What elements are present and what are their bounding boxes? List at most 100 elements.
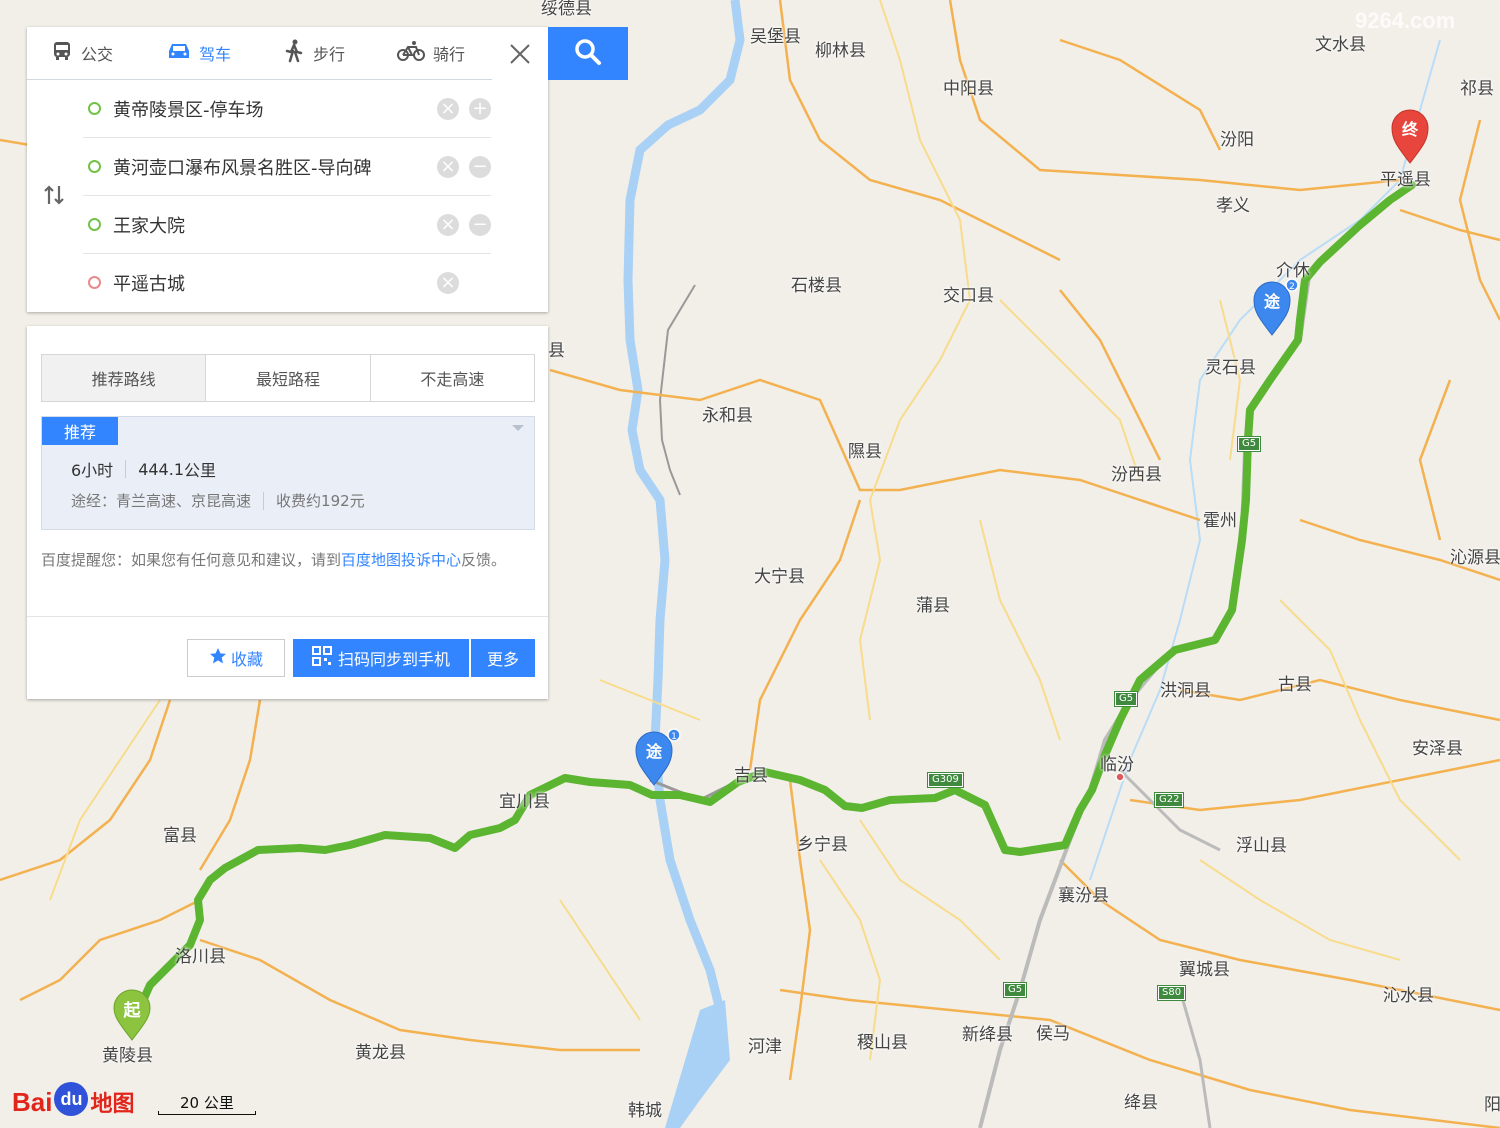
route-distance: 444.1: [138, 459, 184, 479]
place-label: 洪洞县: [1160, 681, 1211, 701]
route-input-panel: 公交 驾车 步行 骑行 黄帝陵景区-停车场 × + 黄河壶口瀑布风景名胜区-导向…: [27, 27, 548, 312]
search-button[interactable]: [548, 27, 628, 80]
swap-stops-icon[interactable]: [43, 184, 65, 211]
stop-item[interactable]: 王家大院 × −: [83, 196, 491, 254]
clear-icon[interactable]: ×: [437, 271, 459, 294]
bus-icon: [51, 40, 73, 66]
clear-icon[interactable]: ×: [437, 97, 459, 120]
stop-item[interactable]: 平遥古城 ×: [83, 254, 491, 311]
place-label: 吴堡县: [750, 27, 801, 47]
road-shield: G5: [1236, 436, 1262, 452]
place-label: 绥德县: [541, 0, 592, 19]
scale-ruler: [158, 1111, 256, 1115]
favorite-button[interactable]: 收藏: [187, 639, 285, 677]
clear-icon[interactable]: ×: [437, 213, 459, 236]
road-shield: G5: [1113, 691, 1139, 707]
bike-icon: [397, 40, 425, 66]
place-label: 翼城县: [1179, 960, 1230, 980]
place-label: 石楼县: [791, 276, 842, 296]
toll-fee: 收费约192元: [276, 492, 365, 510]
notice-prefix: 百度提醒您：如果您有任何意见和建议，请到: [41, 551, 342, 569]
stop-input[interactable]: 平遥古城: [113, 270, 427, 296]
route-result-panel: 推荐路线 最短路程 不走高速 推荐 6小时 444.1 公里 途经： 青兰高速、…: [27, 326, 548, 699]
tab-shortest-route[interactable]: 最短路程: [206, 355, 371, 401]
mode-tabs: 公交 驾车 步行 骑行: [27, 27, 492, 80]
place-label: 乡宁县: [797, 835, 848, 855]
place-label: 柳林县: [815, 41, 866, 61]
place-label: 阳: [1484, 1095, 1500, 1115]
place-label: 洛川县: [175, 947, 226, 967]
via-label: 途经：: [71, 492, 117, 510]
stop-input[interactable]: 王家大院: [113, 212, 427, 238]
logo-map: 地图: [90, 1092, 135, 1117]
waypoint-1-label: 途: [646, 742, 663, 761]
tab-walk-label: 步行: [313, 45, 346, 64]
tab-recommended-route[interactable]: 推荐路线: [42, 355, 207, 401]
remove-stop-icon[interactable]: −: [469, 213, 491, 236]
logo-bai: Bai: [12, 1087, 53, 1117]
route-time: 6小时: [71, 461, 114, 480]
start-dot-icon: [88, 102, 101, 115]
place-label: 富县: [163, 826, 197, 846]
start-marker-label: 起: [123, 1000, 142, 1021]
place-label: 交口县: [943, 286, 994, 306]
place-label: 介休: [1276, 261, 1310, 281]
place-label: 安泽县: [1412, 739, 1463, 759]
route-distance-unit: 公里: [184, 461, 217, 480]
waypoint-2-number: 2: [1289, 282, 1295, 292]
add-stop-icon[interactable]: +: [469, 97, 491, 120]
tab-no-highway[interactable]: 不走高速: [371, 355, 534, 401]
stop-item[interactable]: 黄帝陵景区-停车场 × +: [83, 80, 491, 138]
sync-to-phone-button[interactable]: 扫码同步到手机: [293, 639, 469, 677]
chevron-down-icon[interactable]: [512, 425, 524, 431]
remove-stop-icon[interactable]: −: [469, 155, 491, 178]
place-label: 永和县: [702, 406, 753, 426]
tab-bus[interactable]: 公交: [51, 27, 113, 79]
place-label: 襄汾县: [1058, 886, 1109, 906]
notice-suffix: 反馈。: [461, 551, 507, 569]
place-label: 汾西县: [1111, 465, 1162, 485]
stop-input[interactable]: 黄帝陵景区-停车场: [113, 96, 427, 122]
stop-input[interactable]: 黄河壶口瀑布风景名胜区-导向碑: [113, 154, 427, 180]
place-label: 平遥县: [1380, 170, 1431, 190]
recommended-route-card[interactable]: 推荐 6小时 444.1 公里 途经： 青兰高速、京昆高速 收费约192元: [41, 416, 535, 530]
place-label: 新绛县: [962, 1025, 1013, 1045]
route-summary: 6小时 444.1 公里: [71, 457, 216, 481]
place-label: 临汾: [1100, 755, 1134, 775]
place-label: 灵石县: [1205, 358, 1256, 378]
close-icon[interactable]: [507, 41, 533, 67]
place-label: 汾阳: [1220, 130, 1254, 150]
tab-walk[interactable]: 步行: [283, 27, 345, 79]
road-shield: G22: [1153, 792, 1185, 808]
place-label: 侯马: [1036, 1024, 1070, 1044]
tab-bike[interactable]: 骑行: [397, 27, 465, 79]
star-icon: [209, 647, 227, 669]
scale-label: 20 公里: [180, 1094, 234, 1112]
tab-bike-label: 骑行: [433, 45, 466, 64]
more-button[interactable]: 更多: [470, 639, 535, 677]
baidu-map-logo: Bai du 地图: [12, 1078, 134, 1118]
place-label: 河津: [748, 1037, 782, 1057]
road-shield: S80: [1156, 985, 1187, 1001]
favorite-label: 收藏: [230, 650, 263, 669]
waypoint-dot-icon: [88, 218, 101, 231]
end-dot-icon: [88, 276, 101, 289]
clear-icon[interactable]: ×: [437, 155, 459, 178]
place-label: 中阳县: [943, 79, 994, 99]
place-label: 黄陵县: [102, 1046, 153, 1066]
road-shield: G5: [1002, 982, 1028, 998]
scale-bar: 20 公里: [158, 1092, 256, 1115]
recommended-badge: 推荐: [42, 417, 118, 445]
place-label: 县: [548, 341, 565, 361]
place-label: 霍州: [1203, 511, 1237, 531]
place-label: 隰县: [848, 442, 882, 462]
place-label: 吉县: [734, 766, 768, 786]
place-label: 祁县: [1460, 79, 1494, 99]
tab-drive[interactable]: 驾车: [167, 27, 231, 79]
end-marker-label: 终: [1402, 120, 1419, 139]
complaint-center-link[interactable]: 百度地图投诉中心: [341, 551, 461, 569]
place-label: 沁水县: [1383, 986, 1434, 1006]
stop-item[interactable]: 黄河壶口瀑布风景名胜区-导向碑 × −: [83, 138, 491, 196]
route-option-tabs: 推荐路线 最短路程 不走高速: [41, 354, 535, 402]
waypoint-2-label: 途: [1264, 292, 1281, 311]
